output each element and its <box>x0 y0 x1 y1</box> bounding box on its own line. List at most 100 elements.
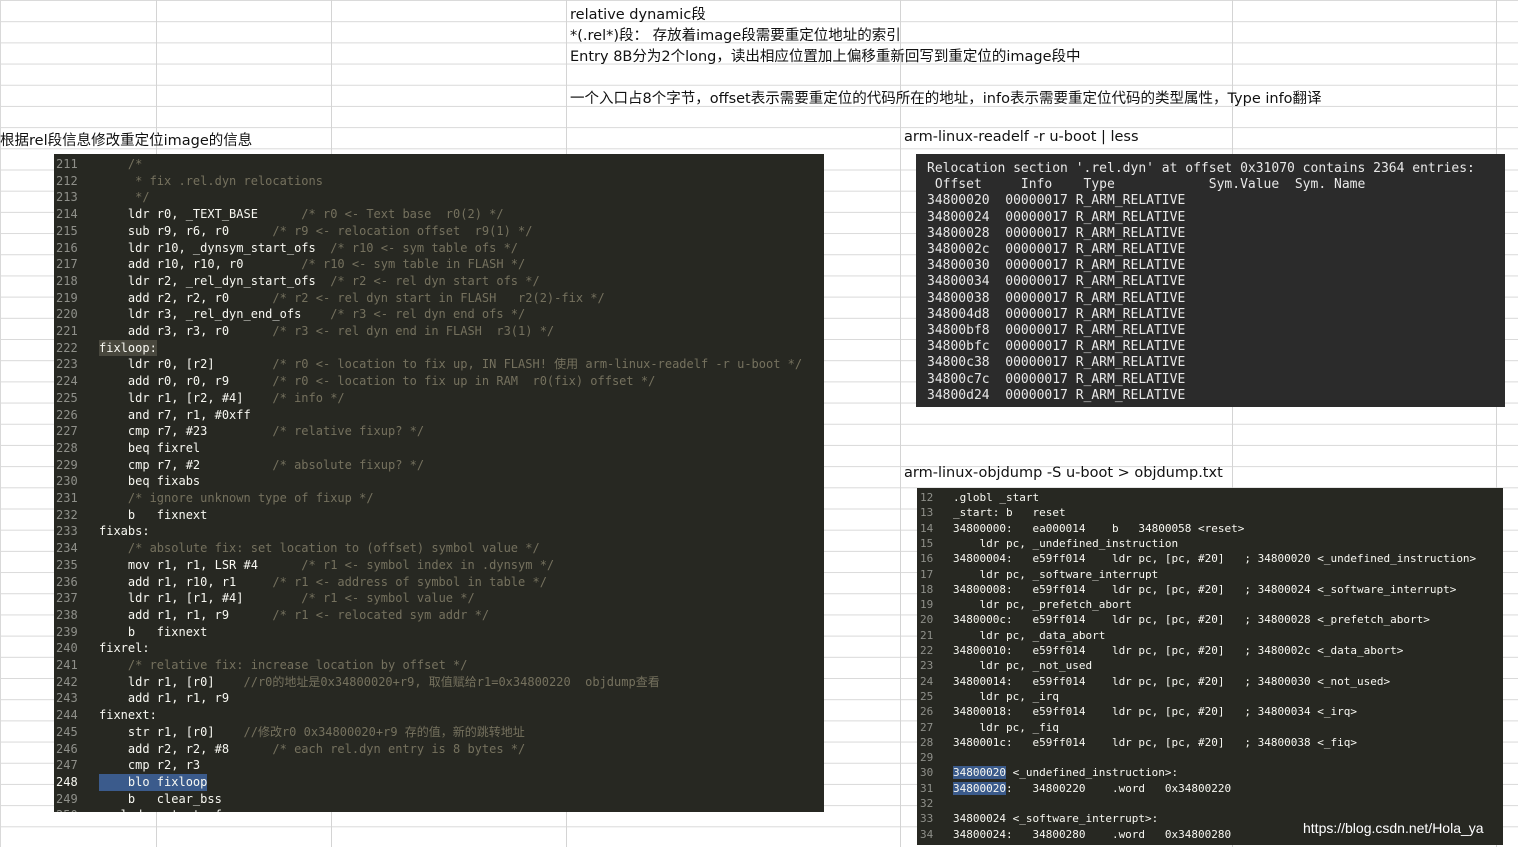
objdump-text: 34800020 <_undefined_instruction>: <box>953 766 1179 780</box>
line-number: 222 <box>56 340 78 355</box>
note-cell[interactable]: 一个入口占8个字节，offset表示需要重定位的代码所在的地址，info表示需要… <box>570 87 1322 108</box>
assembly-code-screenshot: 211 /* 212 * fix .rel.dyn relocations 213 … <box>54 154 824 812</box>
objdump-text: _start: b reset <box>953 506 1066 520</box>
line-number: 224 <box>56 374 78 389</box>
objdump-line: 28 3480001c: e59ff014 ldr pc, [pc, #20] ;… <box>917 735 1503 750</box>
code-line: 218 ldr r2, _rel_dyn_start_ofs /* r2 <- … <box>54 273 824 290</box>
line-number: 218 <box>56 273 78 288</box>
line-number: 231 <box>56 491 78 505</box>
readelf-row: 34800038 00000017 R_ARM_RELATIVE <box>927 290 1186 306</box>
code-line: 211 /* <box>54 156 824 173</box>
objdump-text: ldr pc, _not_used <box>953 659 1093 673</box>
readelf-output-screenshot: Relocation section '.rel.dyn' at offset … <box>916 154 1505 407</box>
objdump-text: 34800024 <_software_interrupt>: <box>953 812 1159 826</box>
line-number: 238 <box>56 607 78 622</box>
readelf-row: 34800024 00000017 R_ARM_RELATIVE <box>927 209 1186 225</box>
code-text: ldr r10, _dynsym_start_ofs /* r10 <- sym… <box>99 240 519 255</box>
code-line: 221 add r3, r3, r0 /* r3 <- rel dyn end … <box>54 323 824 340</box>
note-cell[interactable]: *(.rel*)段： 存放着image段需要重定位地址的索引 <box>570 24 901 45</box>
code-text: ldr r3, _rel_dyn_end_ofs /* r3 <- rel dy… <box>99 307 526 322</box>
code-line: 220 ldr r3, _rel_dyn_end_ofs /* r3 <- re… <box>54 306 824 323</box>
code-line: 230 beq fixabs <box>54 473 824 490</box>
code-text: * fix .rel.dyn relocations <box>99 173 323 188</box>
objdump-line: 18 34800008: e59ff014 ldr pc, [pc, #20] ;… <box>917 582 1503 597</box>
code-line: 213 */ <box>54 189 824 206</box>
line-number: 242 <box>56 674 78 689</box>
objdump-line: 29 <box>917 750 1503 765</box>
code-text: beq fixrel <box>99 440 201 455</box>
line-number: 233 <box>56 524 78 539</box>
line-number: 227 <box>56 424 78 439</box>
code-line: 237 ldr r1, [r1, #4] /* r1 <- symbol val… <box>54 590 824 607</box>
line-number: 19 <box>920 598 934 612</box>
objdump-line: 25 ldr pc, _irq <box>917 689 1503 704</box>
objdump-text: 3480000c: e59ff014 ldr pc, [pc, #20] ; 3… <box>953 613 1430 627</box>
code-line: 240 fixrel: <box>54 640 824 657</box>
line-number: 228 <box>56 440 78 455</box>
code-line: 219 add r2, r2, r0 /* r2 <- rel dyn star… <box>54 290 824 307</box>
readelf-row: 34800d24 00000017 R_ARM_RELATIVE <box>927 387 1186 403</box>
line-number: 16 <box>920 552 934 566</box>
readelf-row: 34800c7c 00000017 R_ARM_RELATIVE <box>927 371 1186 387</box>
readelf-row: 34800c38 00000017 R_ARM_RELATIVE <box>927 355 1186 371</box>
line-number: 226 <box>56 407 78 422</box>
line-number: 13 <box>920 506 934 520</box>
code-text: sub r9, r6, r0 /* r9 <- relocation offse… <box>99 223 533 238</box>
code-line: 239 b fixnext <box>54 624 824 641</box>
readelf-row: 34800030 00000017 R_ARM_RELATIVE <box>927 258 1186 274</box>
code-line: 235 mov r1, r1, LSR #4 /* r1 <- symbol i… <box>54 557 824 574</box>
objdump-text: ldr pc, _fiq <box>953 720 1059 734</box>
line-number: 225 <box>56 390 78 405</box>
code-text: fixloop: <box>99 339 157 357</box>
line-number: 241 <box>56 658 78 672</box>
line-number: 18 <box>920 582 934 596</box>
code-line: 226 and r7, r1, #0xff <box>54 407 824 424</box>
code-line: 233 fixabs: <box>54 523 824 540</box>
objdump-text: 34800004: e59ff014 ldr pc, [pc, #20] ; 3… <box>953 552 1477 566</box>
objdump-output-screenshot: 12 .globl _start 13 _start: b reset 14 348000… <box>917 488 1503 845</box>
code-text: add r2, r2, r0 /* r2 <- rel dyn start in… <box>99 290 605 305</box>
code-text: blo fixloop <box>99 773 208 791</box>
code-line: 234 /* absolute fix: set location to (of… <box>54 540 824 557</box>
left-caption-cell[interactable]: 根据rel段信息修改重定位image的信息 <box>0 129 252 150</box>
note-cell[interactable]: relative dynamic段 <box>570 3 706 24</box>
code-text: beq fixabs <box>99 474 201 489</box>
line-number: 236 <box>56 574 78 589</box>
line-number: 15 <box>920 536 934 550</box>
code-text: and r7, r1, #0xff <box>99 407 251 422</box>
line-number: 229 <box>56 457 78 472</box>
objdump-caption-cell[interactable]: arm-linux-objdump -S u-boot > objdump.tx… <box>904 465 1223 481</box>
readelf-caption-cell[interactable]: arm-linux-readelf -r u-boot | less <box>904 129 1139 145</box>
code-text: /* ignore unknown type of fixup */ <box>127 491 374 505</box>
note-cell[interactable]: Entry 8B分为2个long，读出相应位置加上偏移重新回写到重定位的imag… <box>570 45 1081 66</box>
watermark: https://blog.csdn.net/Hola_ya <box>1303 820 1484 836</box>
objdump-text: .globl _start <box>953 491 1040 504</box>
line-number: 239 <box>56 624 78 639</box>
code-text: /* relative fix: increase location by of… <box>127 658 468 672</box>
code-line: 232 b fixnext <box>54 507 824 524</box>
objdump-line: 16 34800004: e59ff014 ldr pc, [pc, #20] ;… <box>917 551 1503 566</box>
line-number: 245 <box>56 724 78 739</box>
line-number: 33 <box>920 812 934 826</box>
line-number: 17 <box>920 567 934 581</box>
code-line: 243 add r1, r1, r9 <box>54 690 824 707</box>
code-text: /* absolute fix: set location to (offset… <box>127 541 540 556</box>
code-text: add r10, r10, r0 /* r10 <- sym table in … <box>99 257 526 272</box>
objdump-line: 20 3480000c: e59ff014 ldr pc, [pc, #20] ;… <box>917 612 1503 627</box>
line-number: 23 <box>920 659 934 673</box>
objdump-text: ldr pc, _software_interrupt <box>953 567 1159 581</box>
code-text: mov r1, r1, LSR #4 /* r1 <- symbol index… <box>99 557 555 572</box>
code-line: 236 add r1, r10, r1 /* r1 <- address of … <box>54 574 824 591</box>
readelf-row: 34800bfc 00000017 R_ARM_RELATIVE <box>927 339 1186 355</box>
objdump-text: ldr pc, _prefetch_abort <box>953 598 1132 612</box>
code-line: 216 ldr r10, _dynsym_start_ofs /* r10 <-… <box>54 240 824 257</box>
code-text: cmp r7, #2 /* absolute fixup? */ <box>99 457 425 472</box>
line-number: 22 <box>920 644 934 657</box>
code-text: fixnext: <box>99 708 157 723</box>
code-text: fixabs: <box>99 524 150 539</box>
line-number: 248 <box>56 774 78 789</box>
code-line: 247 cmp r2, r3 <box>54 757 824 774</box>
code-line: 242 ldr r1, [r0] //r0的地址是0x34800020+r9, … <box>54 674 824 691</box>
objdump-text: 34800014: e59ff014 ldr pc, [pc, #20] ; 3… <box>953 674 1391 688</box>
readelf-row: 348004d8 00000017 R_ARM_RELATIVE <box>927 306 1186 322</box>
